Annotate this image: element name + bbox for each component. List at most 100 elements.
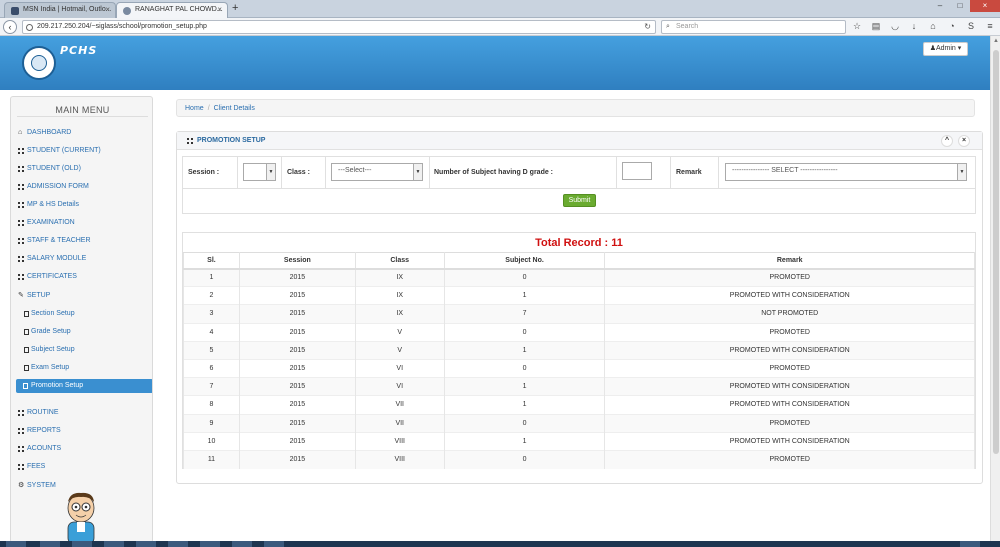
start-button[interactable]: [6, 541, 26, 547]
sidebar-item-grade-setup[interactable]: Grade Setup: [23, 325, 152, 339]
table-cell: 2015: [238, 286, 356, 305]
grid-icon: [18, 202, 24, 208]
tab-label: MSN India | Hotmail, Outlo...: [23, 6, 112, 13]
sidebar-item-student-old[interactable]: STUDENT (OLD): [17, 162, 152, 176]
browser-search-input[interactable]: ⌕ Search: [661, 20, 846, 34]
table-cell: PROMOTED WITH CONSIDERATION: [604, 395, 975, 414]
menu-icon[interactable]: ≡: [985, 21, 995, 32]
column-header: Session: [238, 252, 356, 270]
table-cell: 6: [183, 358, 240, 378]
sidebar-item-staff-teacher[interactable]: STAFF & TEACHER: [17, 234, 152, 248]
table-cell: PROMOTED WITH CONSIDERATION: [604, 286, 975, 305]
browser-tab-ranaghat[interactable]: RANAGHAT PAL CHOWD... ×: [116, 2, 228, 18]
maximize-icon[interactable]: □: [950, 0, 970, 12]
window-close-icon[interactable]: ×: [970, 0, 1000, 12]
table-cell: V: [354, 322, 445, 342]
sidebar-item-reports[interactable]: REPORTS: [17, 424, 152, 438]
table-row: 11 2015 VIII 0 PROMOTED: [183, 449, 975, 469]
table-cell: 2015: [238, 431, 356, 451]
home-icon[interactable]: ⌂: [928, 21, 938, 32]
close-panel-icon[interactable]: ×: [958, 135, 970, 147]
sidebar-item-section-setup[interactable]: Section Setup: [23, 307, 152, 321]
sidebar-item-student-current[interactable]: STUDENT (CURRENT): [17, 144, 152, 158]
chevron-down-icon: ▼: [957, 164, 966, 180]
table-cell: 0: [443, 449, 606, 469]
table-row: 4 2015 V 0 PROMOTED: [183, 322, 975, 342]
browser-tab-bar: MSN India | Hotmail, Outlo... × RANAGHAT…: [0, 0, 1000, 18]
page-scrollbar[interactable]: ▲: [990, 36, 1000, 541]
table-cell: 1: [183, 267, 240, 287]
tab-close-icon[interactable]: ×: [105, 5, 110, 14]
browser-toolbar: ☆ ▤ ◡ ↓ ⌂ ◔ S ≡: [852, 21, 995, 32]
chat-icon[interactable]: ◔: [947, 21, 957, 32]
sidebar-item-admission-form[interactable]: ADMISSION FORM: [17, 180, 152, 194]
sidebar-item-subject-setup[interactable]: Subject Setup: [23, 343, 152, 357]
table-cell: 0: [443, 358, 606, 378]
back-arrow-icon[interactable]: ‹: [3, 20, 17, 34]
table-row: 7 2015 VI 1 PROMOTED WITH CONSIDERATION: [183, 377, 975, 396]
table-cell: 0: [443, 413, 606, 433]
table-cell: 8: [183, 395, 240, 414]
submit-button[interactable]: Submit: [563, 194, 596, 207]
sidebar-item-label: ADMISSION FORM: [27, 183, 89, 190]
table-cell: 2015: [238, 267, 356, 287]
scroll-up-icon[interactable]: ▲: [993, 38, 999, 44]
sidebar-item-acounts[interactable]: ACOUNTS: [17, 442, 152, 456]
collapse-panel-icon[interactable]: ^: [941, 135, 953, 147]
chevron-down-icon: ▼: [413, 164, 422, 180]
table-cell: IX: [354, 286, 445, 305]
download-icon[interactable]: ↓: [909, 21, 919, 32]
new-tab-icon[interactable]: +: [232, 2, 238, 14]
skype-icon[interactable]: S: [966, 21, 976, 32]
remark-label: Remark: [676, 169, 702, 176]
sidebar-item-promotion-setup[interactable]: Promotion Setup: [16, 379, 152, 393]
table-cell: 1: [443, 340, 606, 360]
class-select[interactable]: ---Select--- ▼: [331, 163, 423, 181]
column-header: Remark: [604, 252, 975, 270]
sidebar-item-routine[interactable]: ROUTINE: [17, 406, 152, 420]
pocket-icon[interactable]: ◡: [890, 21, 900, 32]
brand-name: PCHS: [60, 44, 98, 57]
sidebar-item-label: Subject Setup: [31, 346, 75, 353]
clipboard-icon[interactable]: ▤: [871, 21, 881, 32]
table-cell: 9: [183, 413, 240, 433]
sidebar-item-label: Grade Setup: [31, 328, 71, 335]
grid-icon: [18, 464, 24, 470]
breadcrumb-home-link[interactable]: Home: [185, 105, 204, 112]
sidebar-item-label: FEES: [27, 463, 46, 470]
session-select[interactable]: ▼: [243, 163, 276, 181]
url-bar[interactable]: 209.217.250.204/~siglass/school/promotio…: [22, 20, 656, 34]
bookmark-star-icon[interactable]: ☆: [852, 21, 862, 32]
search-placeholder: Search: [676, 23, 699, 30]
url-text: 209.217.250.204/~siglass/school/promotio…: [37, 23, 207, 30]
sidebar-item-examination[interactable]: EXAMINATION: [17, 216, 152, 230]
main-menu-title: MAIN MENU: [11, 105, 152, 117]
remark-select[interactable]: ---------------- SELECT ----------------…: [725, 163, 967, 181]
home-icon: ⌂: [18, 129, 23, 136]
mascot-illustration: [67, 492, 95, 544]
sidebar-item-certificates[interactable]: CERTIFICATES: [17, 270, 152, 284]
chevron-down-icon: ▼: [266, 164, 275, 180]
reload-icon[interactable]: ↻: [644, 22, 651, 31]
sidebar: MAIN MENU ⌂ DASHBOARD STUDENT (CURRENT) STU…: [10, 96, 153, 543]
scrollbar-thumb[interactable]: [993, 50, 999, 454]
minimize-icon[interactable]: –: [930, 0, 950, 12]
browser-nav-bar: ‹ 209.217.250.204/~siglass/school/promot…: [0, 18, 1000, 36]
sidebar-item-setup[interactable]: ✎ SETUP: [17, 289, 152, 303]
sidebar-item-exam-setup[interactable]: Exam Setup: [23, 361, 152, 375]
sidebar-item-dashboard[interactable]: ⌂ DASHBOARD: [17, 126, 152, 140]
breadcrumb-current-link[interactable]: Client Details: [214, 105, 255, 112]
table-cell: 2015: [238, 358, 356, 378]
grid-icon: [18, 220, 24, 226]
sidebar-item-salary-module[interactable]: SALARY MODULE: [17, 252, 152, 266]
d-grade-subject-input[interactable]: [622, 162, 652, 180]
gears-icon: ⚙: [18, 482, 25, 489]
sidebar-item-fees[interactable]: FEES: [17, 460, 152, 474]
browser-tab-msn[interactable]: MSN India | Hotmail, Outlo... ×: [4, 2, 116, 18]
tab-close-icon[interactable]: ×: [217, 5, 222, 14]
table-cell: 11: [183, 449, 240, 469]
grid-icon: [18, 446, 24, 452]
admin-menu-button[interactable]: ♟Admin ▾: [923, 42, 968, 56]
sidebar-item-mp-hs-details[interactable]: MP & HS Details: [17, 198, 152, 212]
sidebar-item-label: Exam Setup: [31, 364, 70, 371]
